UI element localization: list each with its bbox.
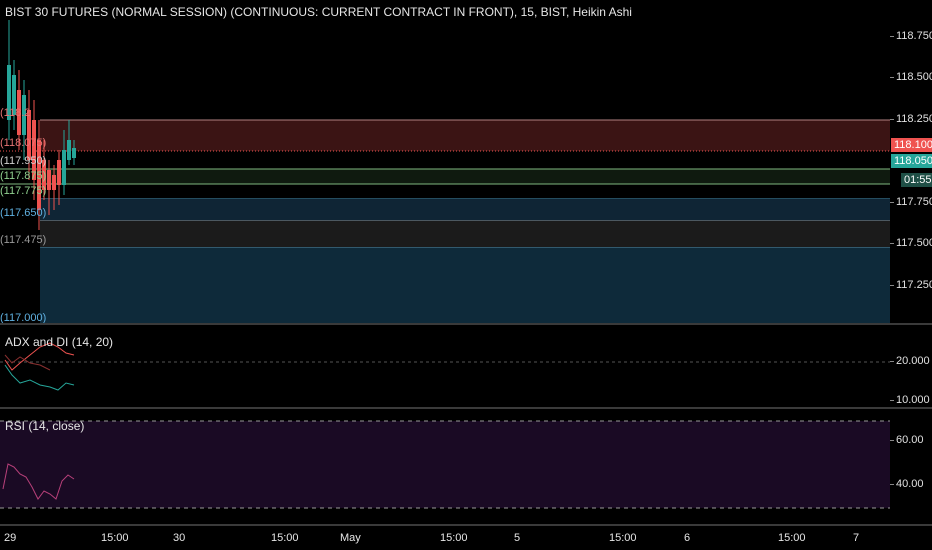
rsi-tick: 40.00 (890, 478, 924, 490)
time-label: May (340, 532, 361, 544)
settings-corner[interactable] (890, 526, 932, 550)
support-zone-dark (40, 221, 890, 248)
time-axis[interactable]: 29 15:00 30 15:00 May 15:00 5 15:00 6 15… (0, 526, 932, 550)
price-tick: 117.250 (890, 279, 932, 291)
resistance-zone (40, 120, 890, 151)
support-zone-blue (40, 199, 890, 221)
time-label: 15:00 (271, 532, 299, 544)
price-tick: 117.500 (890, 237, 932, 249)
price-tick: 118.750 (890, 30, 932, 42)
time-label: 15:00 (440, 532, 468, 544)
rsi-band-fill (0, 421, 890, 508)
rsi-scale[interactable]: 60.00 40.00 (890, 409, 932, 524)
price-tick: 118.250 (890, 113, 932, 125)
time-label: 7 (853, 532, 860, 544)
time-label: 15:00 (101, 532, 129, 544)
time-label: 29 (4, 532, 17, 544)
price-tick: 118.500 (890, 71, 932, 83)
level-label-118075: (118.075) (0, 137, 47, 149)
adx-tick: 10.000 (890, 394, 930, 406)
rsi-canvas (0, 420, 890, 509)
last-price-badge: 118.050 (891, 154, 932, 168)
price-tick: 117.750 (890, 196, 932, 208)
time-label: 15:00 (609, 532, 637, 544)
countdown-badge: 01:55 (901, 173, 932, 187)
adx-pane[interactable]: ADX and DI (14, 20) (0, 325, 890, 407)
time-label: 5 (514, 532, 521, 544)
di-plus-line (4, 364, 75, 391)
price-chart-canvas[interactable] (0, 0, 890, 323)
time-label: 15:00 (778, 532, 806, 544)
adx-title: ADX and DI (14, 20) (5, 335, 114, 349)
time-label: 30 (173, 532, 186, 544)
rsi-tick: 60.00 (890, 434, 924, 446)
current-price-badge: 118.100 (891, 138, 932, 152)
level-label-117875: (117.875) (0, 170, 47, 182)
level-label-117650: (117.650) (0, 207, 47, 219)
rsi-pane[interactable]: RSI (14, close) (0, 409, 890, 524)
level-label-1182: (118.2 (0, 107, 31, 119)
level-label-117000: (117.000) (0, 312, 47, 323)
price-chart-pane[interactable]: BIST 30 FUTURES (NORMAL SESSION) (CONTIN… (0, 0, 890, 323)
adx-scale[interactable]: 20.000 10.000 (890, 325, 932, 407)
time-label: 6 (684, 532, 691, 544)
level-label-117950: (117.950) (0, 155, 47, 167)
adx-tick: 20.000 (890, 355, 930, 367)
rsi-title: RSI (14, close) (5, 419, 85, 433)
chart-title: BIST 30 FUTURES (NORMAL SESSION) (CONTIN… (5, 5, 632, 19)
deep-support-zone (40, 248, 890, 323)
level-label-117475: (117.475) (0, 234, 47, 246)
level-label-117775: (117.775) (0, 185, 47, 197)
green-zone-upper (40, 169, 890, 184)
adx-canvas (0, 342, 890, 391)
